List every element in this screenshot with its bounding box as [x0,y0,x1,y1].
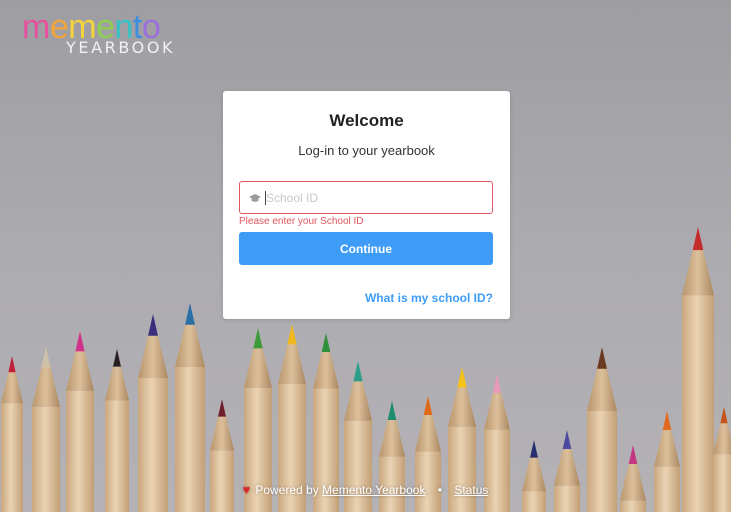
pencil-body [344,420,372,512]
memento-yearbook-logo: memento YEARBOOK [22,8,192,58]
school-id-error: Please enter your School ID [239,216,364,227]
status-link[interactable]: Status [454,483,488,497]
pencil-body [448,426,476,512]
pencil-body [682,295,714,512]
card-title: Welcome [329,111,404,130]
footer: ♥ Powered by Memento Yearbook • Status [0,482,731,497]
pencil-body [484,429,510,512]
powered-by-text: Powered by [255,483,319,497]
footer-separator: • [437,483,442,497]
logo-letter: m [22,8,50,46]
graduation-cap-icon [249,194,261,202]
school-id-help-link[interactable]: What is my school ID? [365,291,493,305]
logo-subtitle: YEARBOOK [66,38,176,57]
continue-button[interactable]: Continue [239,232,493,265]
pencil-body [620,500,646,512]
school-id-input[interactable] [266,186,486,210]
heart-icon: ♥ [242,482,251,497]
card-subtitle: Log-in to your yearbook [298,143,435,158]
memento-yearbook-link[interactable]: Memento Yearbook [322,483,425,497]
school-id-field[interactable] [239,181,493,214]
login-card: Welcome Log-in to your yearbook Please e… [223,91,510,319]
